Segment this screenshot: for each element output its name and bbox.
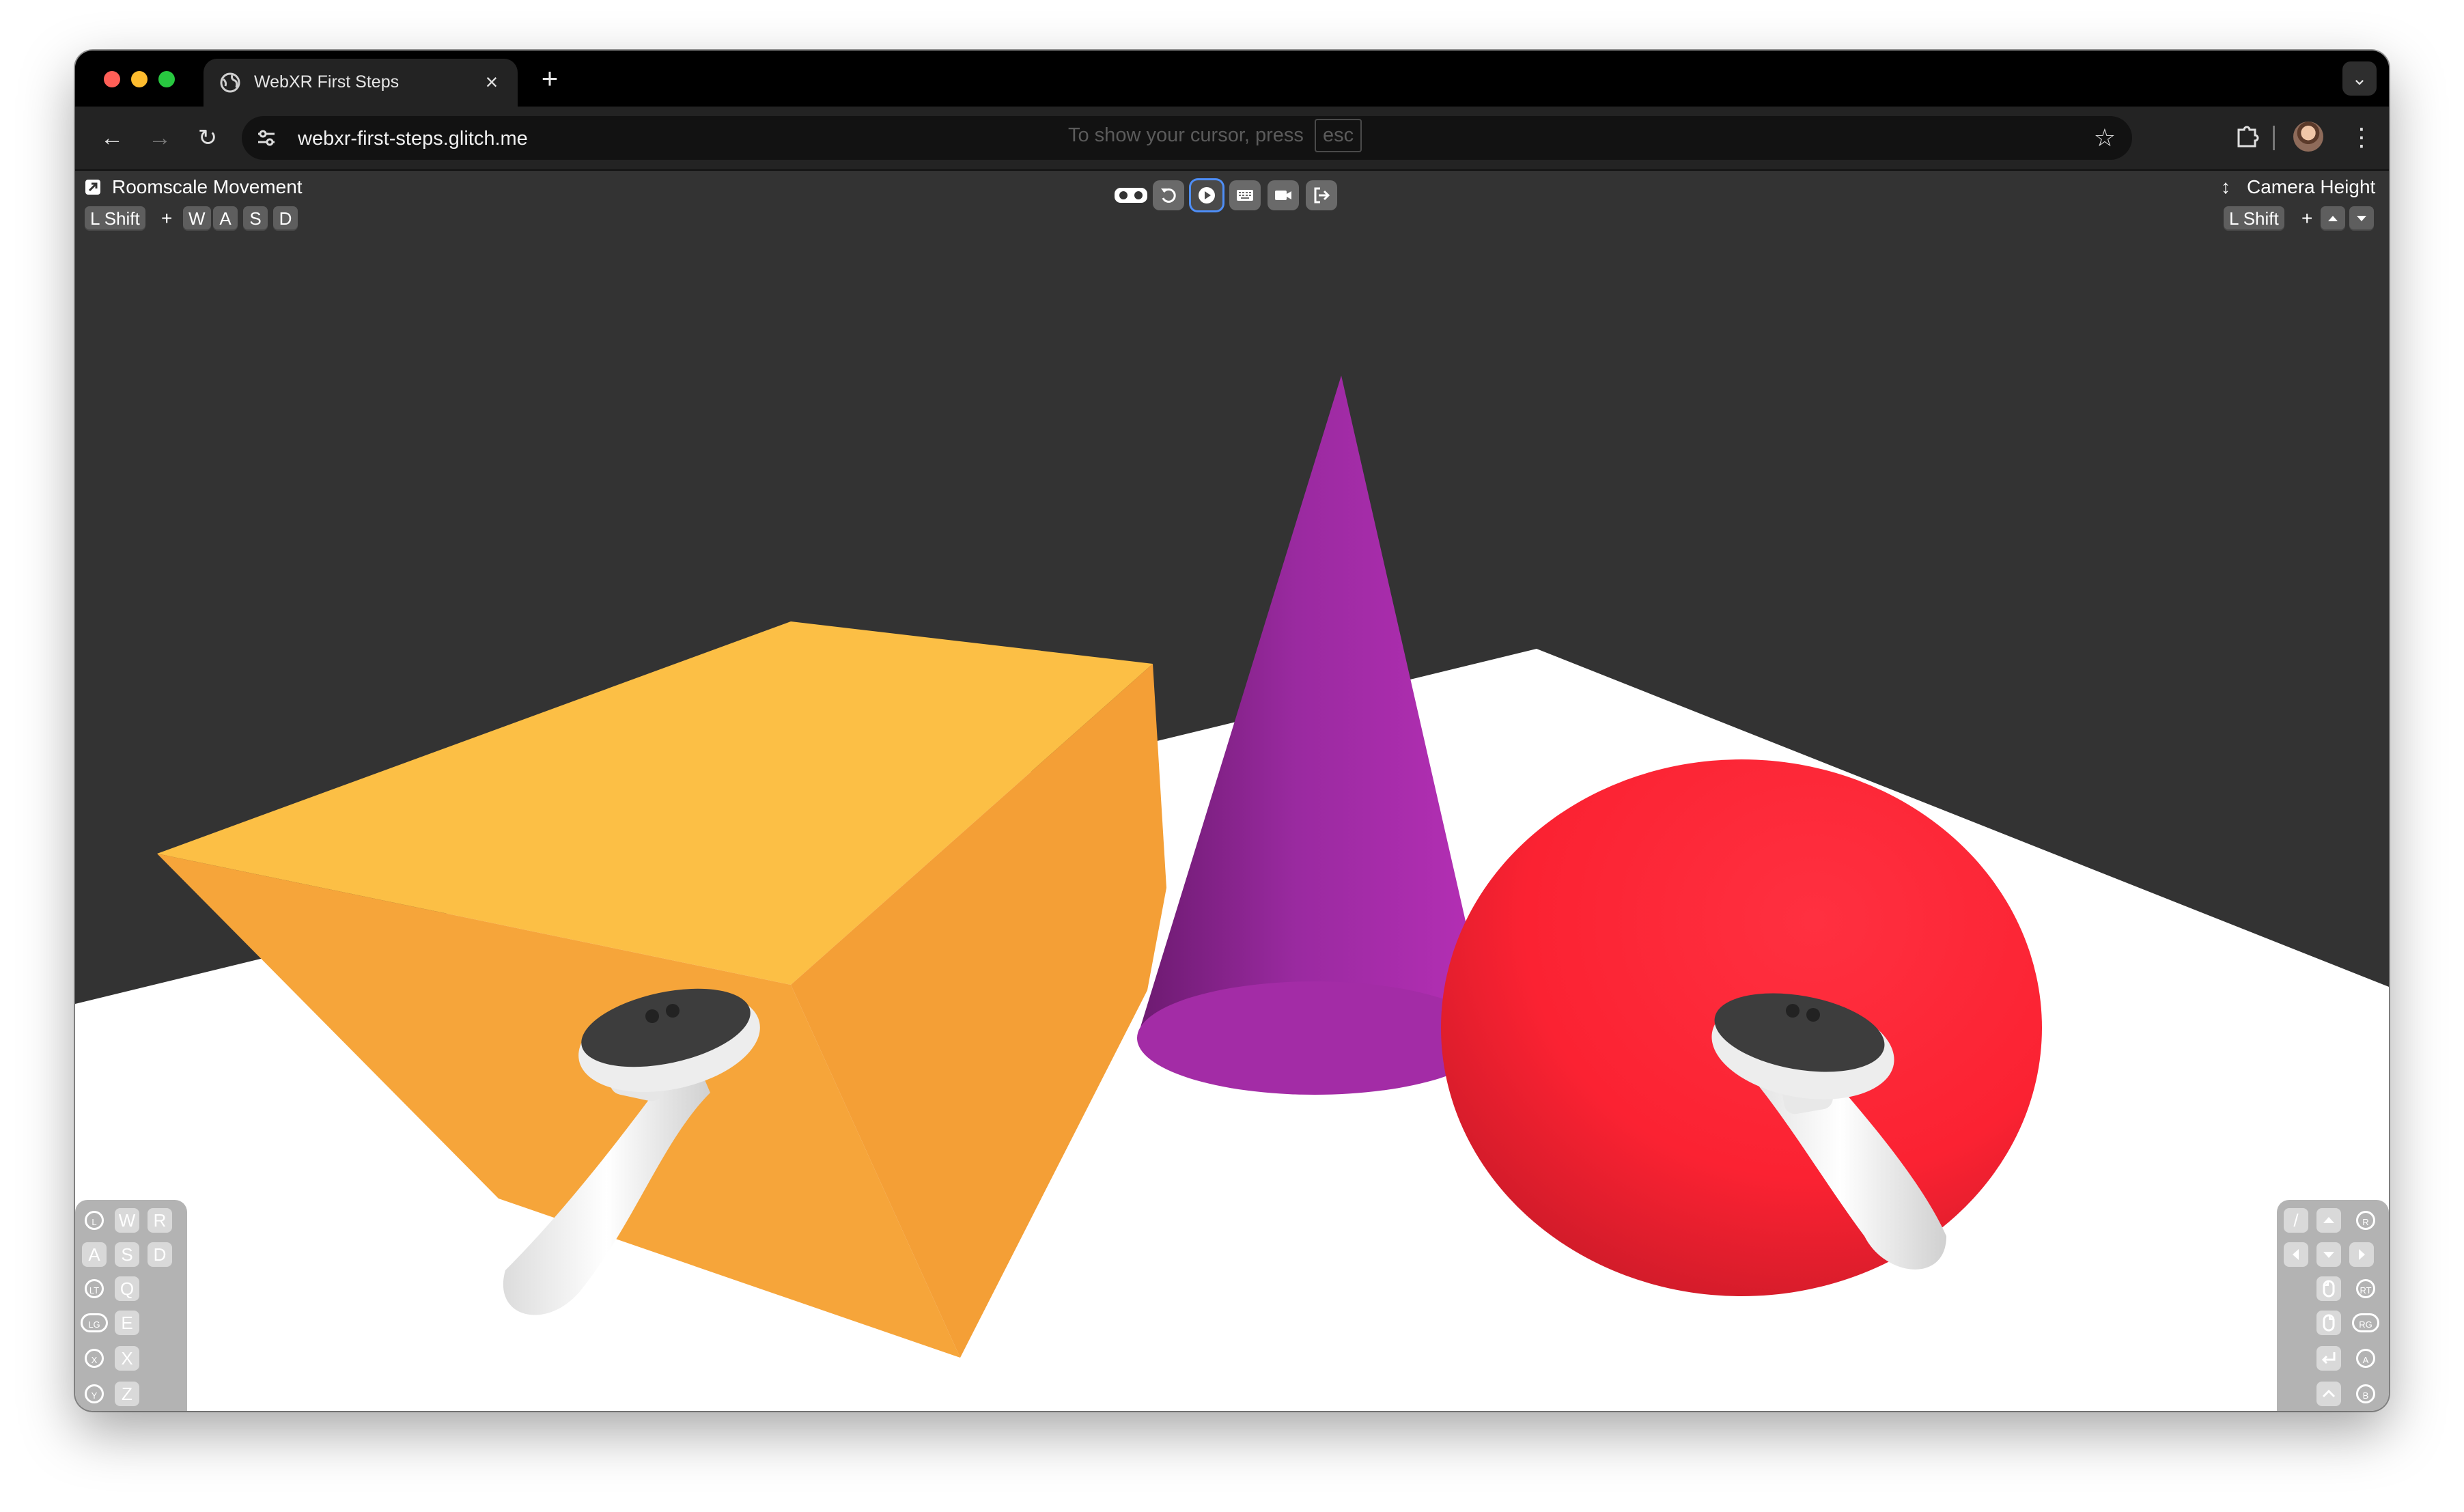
reload-icon[interactable]: ↻	[190, 120, 225, 156]
reset-icon[interactable]	[1153, 180, 1184, 210]
new-tab-button[interactable]: +	[533, 61, 567, 96]
webxr-canvas[interactable]: Roomscale Movement L Shift + W A S D ↕ C…	[75, 171, 2389, 1411]
w-key[interactable]: W	[115, 1208, 139, 1233]
minimize-window-button[interactable]	[131, 71, 148, 87]
arrow-up-icon	[2321, 206, 2345, 231]
play-icon[interactable]	[1191, 180, 1222, 210]
esc-key-hint: esc	[1314, 119, 1362, 152]
toolbar-divider	[2273, 126, 2275, 150]
browser-toolbar: ← → ↻ webxr-first-steps.glitch.me ☆ To s…	[75, 107, 2389, 171]
e-key[interactable]: E	[115, 1311, 139, 1335]
close-tab-icon[interactable]: ×	[478, 68, 505, 96]
w-key: W	[183, 206, 211, 231]
expand-icon	[85, 180, 100, 195]
tab-title: WebXR First Steps	[254, 72, 400, 92]
x-button-badge: X	[85, 1349, 104, 1368]
right-grip-badge: RG	[2352, 1313, 2379, 1332]
left-trigger-badge: LT	[85, 1279, 104, 1298]
x-key[interactable]: X	[115, 1346, 139, 1371]
exit-icon[interactable]	[1306, 180, 1337, 210]
roomscale-movement-title: Roomscale Movement	[112, 176, 303, 197]
emulator-control-bar	[1113, 178, 1352, 213]
down-arrow-icon[interactable]	[2316, 1242, 2341, 1267]
left-arrow-icon[interactable]	[2284, 1242, 2308, 1267]
l-shift-key: L Shift	[2224, 206, 2284, 231]
left-grip-badge: LG	[81, 1313, 108, 1332]
maximize-window-button[interactable]	[158, 71, 175, 87]
mouse-left-icon[interactable]	[2316, 1276, 2341, 1301]
l-shift-key: L Shift	[85, 206, 145, 231]
tab-webxr-first-steps[interactable]: WebXR First Steps ×	[204, 59, 518, 107]
y-button-badge: Y	[85, 1384, 104, 1403]
tab-search-button[interactable]: ⌄	[2342, 61, 2377, 96]
a-key[interactable]: A	[82, 1242, 107, 1267]
url-text: webxr-first-steps.glitch.me	[298, 128, 528, 150]
globe-icon	[220, 72, 240, 93]
cursor-hint-text: To show your cursor, press	[1068, 124, 1304, 146]
q-key[interactable]: Q	[115, 1276, 139, 1301]
updown-arrow-icon: ↕	[2221, 176, 2230, 197]
tab-strip: WebXR First Steps × + ⌄	[75, 51, 2389, 107]
profile-avatar[interactable]	[2293, 122, 2323, 152]
site-settings-icon[interactable]	[255, 127, 277, 149]
a-key: A	[213, 206, 238, 231]
close-window-button[interactable]	[104, 71, 120, 87]
z-key[interactable]: Z	[115, 1382, 139, 1406]
right-arrow-icon[interactable]	[2349, 1242, 2374, 1267]
b-button-badge: B	[2356, 1384, 2375, 1403]
left-stick-badge: L	[85, 1211, 104, 1230]
up-arrow-icon[interactable]	[2316, 1208, 2341, 1233]
caret-up-icon[interactable]	[2316, 1382, 2341, 1406]
left-controller-panel: L W R A S D LT Q LG E X X Y Z	[75, 1200, 187, 1411]
s-key: S	[243, 206, 268, 231]
camera-height-title: Camera Height	[2247, 176, 2376, 197]
arrow-down-icon	[2349, 206, 2374, 231]
r-key[interactable]: R	[148, 1208, 172, 1233]
right-controller-panel: / R RT RG A B	[2277, 1200, 2389, 1411]
video-camera-icon[interactable]	[1268, 180, 1299, 210]
extensions-icon[interactable]	[2232, 122, 2262, 152]
mouse-right-icon[interactable]	[2316, 1311, 2341, 1335]
browser-menu-icon[interactable]: ⋮	[2349, 120, 2374, 154]
enter-icon[interactable]	[2316, 1346, 2341, 1371]
right-trigger-badge: RT	[2356, 1279, 2375, 1298]
headset-icon[interactable]	[1113, 180, 1147, 210]
d-key: D	[273, 206, 298, 231]
cursor-hint: To show your cursor, press esc	[1068, 119, 1362, 152]
scene-render	[75, 376, 2389, 1411]
plus-sign: +	[2301, 208, 2313, 229]
plus-sign: +	[161, 208, 173, 229]
s-key[interactable]: S	[115, 1242, 139, 1267]
forward-icon[interactable]: →	[142, 120, 178, 156]
a-button-badge: A	[2356, 1349, 2375, 1368]
bookmark-star-icon[interactable]: ☆	[2094, 123, 2116, 153]
browser-window: WebXR First Steps × + ⌄ ← → ↻ webxr-firs…	[75, 51, 2389, 1411]
right-stick-badge: R	[2356, 1211, 2375, 1230]
keyboard-icon[interactable]	[1229, 180, 1261, 210]
slash-key[interactable]: /	[2284, 1208, 2308, 1233]
d-key[interactable]: D	[148, 1242, 172, 1267]
back-icon[interactable]: ←	[94, 120, 130, 156]
